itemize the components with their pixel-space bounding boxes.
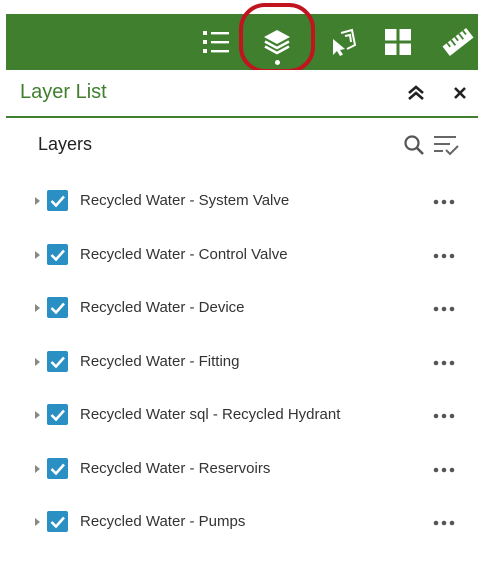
checkmark-icon [50,516,65,529]
select-icon [333,28,357,56]
basemap-gallery-icon [385,29,411,55]
search-button[interactable] [400,130,428,160]
sort-filter-icon [434,136,459,156]
layer-label: Recycled Water - Pumps [80,513,246,530]
close-icon [454,87,466,99]
layer-visibility-checkbox[interactable] [47,404,68,425]
layer-item: Recycled Water sql - Recycled Hydrant [0,389,478,443]
layer-label: Recycled Water - Device [80,299,245,316]
layers-icon [264,30,290,55]
legend-button[interactable] [192,14,240,70]
basemap-gallery-button[interactable] [374,14,422,70]
more-options-button[interactable] [430,406,458,426]
layer-list-button[interactable] [253,14,301,70]
more-options-button[interactable] [430,353,458,373]
active-indicator-dot [275,60,280,65]
layer-item: Recycled Water - System Valve [0,175,478,229]
filter-button[interactable] [432,130,460,160]
widget-toolbar [6,14,478,70]
measurement-button[interactable] [434,14,478,70]
select-button[interactable] [319,14,367,70]
layer-item: Recycled Water - Control Valve [0,229,478,283]
checkmark-icon [50,249,65,261]
checkmark-icon [50,463,65,475]
layer-item: Recycled Water - Pumps [0,496,478,550]
chevron-double-up-icon [408,85,424,100]
ellipsis-icon [433,413,455,419]
layer-visibility-checkbox[interactable] [47,457,68,479]
layer-visibility-checkbox[interactable] [47,350,68,372]
caret-right-icon[interactable] [32,301,42,313]
layer-item: Recycled Water - Device [0,282,478,336]
collapse-button[interactable] [403,80,429,106]
layer-label: Recycled Water - Control Valve [80,245,288,263]
ellipsis-icon [433,306,455,312]
caret-right-icon[interactable] [32,515,42,527]
layer-label: Recycled Water - System Valve [80,192,290,209]
layer-item: Recycled Water - Fitting [0,336,478,390]
ellipsis-icon [433,199,455,205]
caret-right-icon[interactable] [32,248,42,260]
close-button[interactable] [447,80,473,106]
checkmark-icon [50,356,65,368]
checkmark-icon [50,302,65,315]
caret-right-icon[interactable] [32,194,42,206]
measure-ruler-icon [442,28,474,56]
caret-right-icon[interactable] [32,355,42,367]
panel-title: Layer List [20,81,107,103]
layer-visibility-checkbox[interactable] [47,297,68,318]
layer-visibility-checkbox[interactable] [47,243,68,265]
layers-heading: Layers [38,134,93,154]
layer-label: Recycled Water - Reservoirs [80,459,271,477]
layer-item: Recycled Water - Reservoirs [0,443,478,497]
checkmark-icon [50,409,65,422]
legend-list-icon [203,31,229,53]
checkmark-icon [50,195,65,208]
layer-label: Recycled Water - Fitting [80,352,240,370]
panel-header: Layer List [6,70,478,118]
layer-visibility-checkbox[interactable] [47,190,68,211]
more-options-button[interactable] [430,246,458,266]
ellipsis-icon [433,520,455,526]
layer-visibility-checkbox[interactable] [47,511,68,532]
ellipsis-icon [433,467,455,472]
layer-label: Recycled Water sql - Recycled Hydrant [80,406,341,423]
search-icon [404,135,424,155]
more-options-button[interactable] [430,192,458,212]
caret-right-icon[interactable] [32,408,42,420]
caret-right-icon[interactable] [32,462,42,474]
ellipsis-icon [433,253,455,258]
more-options-button[interactable] [430,460,458,480]
layer-list: Recycled Water - System Valve Recycled Wa… [0,175,478,550]
more-options-button[interactable] [430,299,458,319]
ellipsis-icon [433,360,455,365]
more-options-button[interactable] [430,513,458,533]
